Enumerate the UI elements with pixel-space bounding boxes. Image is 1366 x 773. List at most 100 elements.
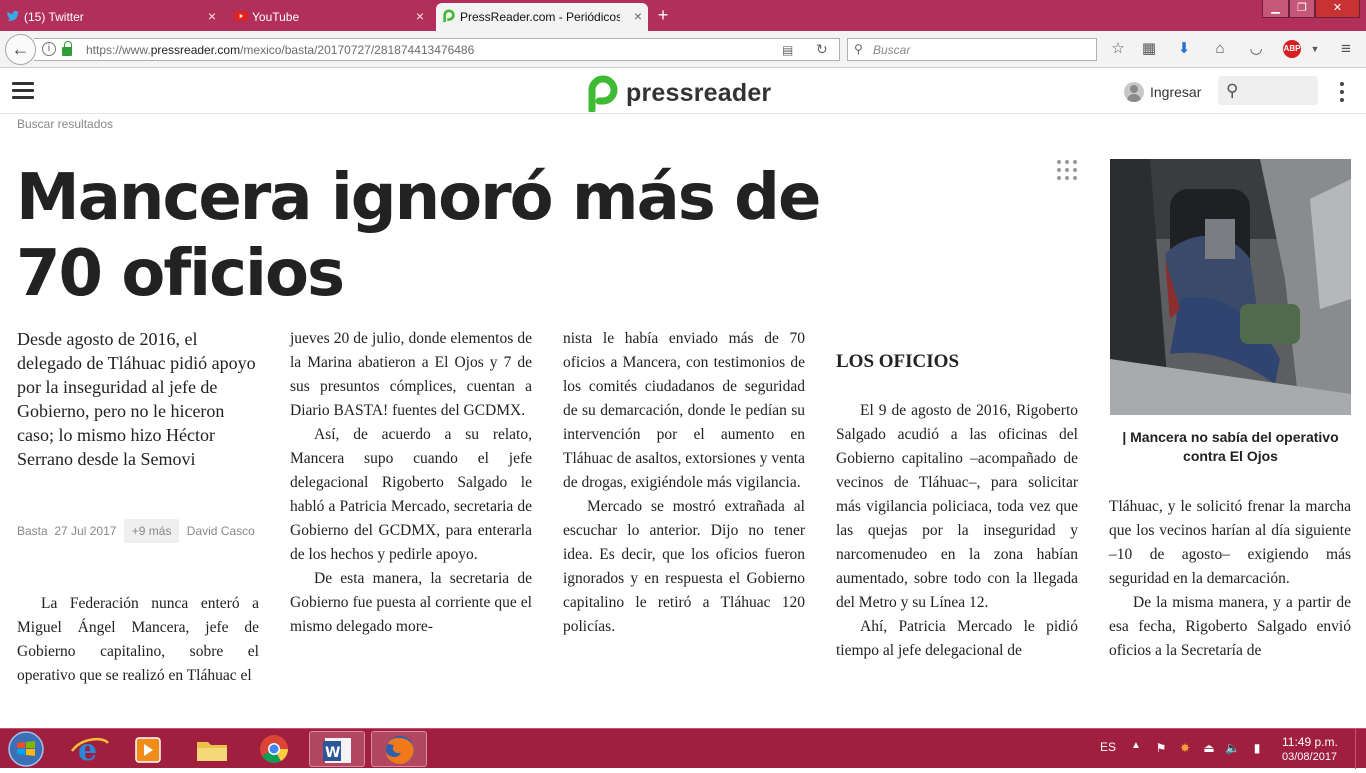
search-icon: ⚲: [1226, 81, 1239, 100]
paragraph: De la misma manera, y a partir de esa fe…: [1109, 594, 1351, 659]
article-meta: Basta 27 Jul 2017 +9 más David Casco: [17, 519, 262, 543]
new-tab-button[interactable]: +: [653, 5, 673, 25]
action-center-flag-icon[interactable]: ⚑: [1154, 741, 1168, 755]
more-options-icon[interactable]: [1340, 82, 1344, 102]
meta-source[interactable]: Basta: [17, 524, 48, 538]
firefox-icon: [386, 736, 414, 764]
download-icon[interactable]: ⬇: [1174, 39, 1194, 59]
paragraph: Así, de acuerdo a su relato, Mancera sup…: [290, 426, 532, 563]
avatar-icon[interactable]: [1124, 82, 1144, 102]
tab-pressreader[interactable]: PressReader.com - Periódicos ×: [436, 3, 648, 31]
windows-start-icon[interactable]: [6, 730, 46, 768]
chevron-down-icon[interactable]: ▼: [1305, 39, 1325, 59]
paragraph: De esta manera, la secretaria de Gobiern…: [290, 570, 532, 635]
browser-search-input[interactable]: ⚲ Buscar: [847, 38, 1097, 61]
close-tab-icon[interactable]: ×: [208, 8, 216, 24]
tab-pressreader-label: PressReader.com - Periódicos: [460, 10, 620, 24]
meta-date: 27 Jul 2017: [54, 524, 117, 538]
show-hidden-icons-icon[interactable]: ▲: [1131, 740, 1141, 751]
clock-time[interactable]: 11:49 p.m.: [1282, 735, 1338, 749]
volume-icon[interactable]: 🔈: [1225, 741, 1240, 755]
tab-youtube-label: YouTube: [252, 10, 300, 24]
search-results-link[interactable]: Buscar resultados: [17, 117, 113, 131]
clock-date[interactable]: 03/08/2017: [1282, 751, 1337, 763]
search-icon: ⚲: [854, 42, 863, 56]
url-host: pressreader.com: [150, 43, 241, 57]
info-icon[interactable]: i: [42, 42, 56, 56]
network-icon[interactable]: ▮: [1250, 741, 1264, 755]
adblock-icon[interactable]: ABP: [1283, 40, 1301, 58]
article-deck: Desde agosto de 2016, el delegado de Tlá…: [17, 329, 256, 469]
reload-icon[interactable]: ↻: [816, 41, 828, 58]
youtube-icon: [234, 11, 248, 21]
paragraph: La Federación nunca enteró a Miguel Ánge…: [17, 595, 259, 684]
maximize-window-button[interactable]: ❐: [1289, 0, 1315, 18]
bookmarks-menu-icon[interactable]: ▦: [1139, 39, 1159, 59]
url-path: /mexico/basta/20170727/281874413476486: [240, 43, 475, 57]
section-subheading: LOS OFICIOS: [836, 351, 960, 372]
taskbar-media-player[interactable]: [120, 731, 176, 767]
paragraph: Tláhuac, y le solicitó frenar la marcha …: [1109, 498, 1351, 587]
show-desktop-button[interactable]: [1355, 729, 1366, 769]
bookmark-star-icon[interactable]: ☆: [1108, 39, 1128, 59]
folder-icon: [197, 742, 227, 761]
internet-explorer-icon: e: [70, 733, 110, 768]
url-prefix: https://www.: [86, 43, 151, 57]
url-text[interactable]: https://www.pressreader.com/mexico/basta…: [86, 43, 474, 57]
reader-view-icon[interactable]: ▤: [782, 43, 793, 57]
windows-taskbar: e W ES ▲ ⚑ ✸ ⏏ 🔈 ▮ 11:49 p.m. 03/08/2017: [0, 728, 1366, 769]
lock-icon[interactable]: [62, 41, 72, 56]
article-headline: Mancera ignoró más de 70 oficios: [16, 161, 821, 311]
tray-app-icon[interactable]: ✸: [1178, 741, 1192, 755]
paragraph: El 9 de agosto de 2016, Rigoberto Salgad…: [836, 402, 1078, 611]
article-column-4: El 9 de agosto de 2016, Rigoberto Salgad…: [836, 399, 1078, 663]
site-header: pressreader Ingresar ⚲: [0, 68, 1366, 114]
article-photo[interactable]: [1110, 159, 1351, 415]
tab-twitter-label: (15) Twitter: [24, 10, 84, 24]
article-column-5: Tláhuac, y le solicitó frenar la marcha …: [1109, 495, 1351, 663]
meta-author[interactable]: David Casco: [187, 524, 255, 538]
article-column-1: La Federación nunca enteró a Miguel Ánge…: [17, 592, 259, 688]
url-bar[interactable]: i https://www.pressreader.com/mexico/bas…: [34, 38, 840, 61]
taskbar-firefox[interactable]: [371, 731, 427, 767]
taskbar-chrome[interactable]: [246, 731, 302, 767]
hamburger-menu-icon[interactable]: ≡: [1336, 39, 1356, 59]
tab-youtube[interactable]: YouTube ×: [228, 3, 430, 31]
minimize-window-button[interactable]: ▁: [1262, 0, 1289, 18]
pocket-icon[interactable]: ◡: [1246, 39, 1266, 59]
site-search-input[interactable]: ⚲: [1218, 76, 1318, 105]
hamburger-menu-icon[interactable]: [12, 82, 34, 100]
taskbar-file-explorer[interactable]: [184, 731, 240, 767]
taskbar-internet-explorer[interactable]: e: [62, 731, 118, 768]
car-interior-photo: [1110, 159, 1351, 415]
article-column-2: jueves 20 de julio, donde elementos de l…: [290, 327, 532, 639]
browser-nav-bar: i https://www.pressreader.com/mexico/bas…: [0, 31, 1366, 68]
login-link[interactable]: Ingresar: [1150, 84, 1201, 100]
paragraph: Ahí, Patricia Mercado le pidió tiempo al…: [836, 618, 1078, 659]
pressreader-icon: [443, 9, 455, 23]
logo-text: pressreader: [626, 78, 772, 107]
tab-twitter[interactable]: (15) Twitter ×: [0, 3, 222, 31]
drag-handle-icon[interactable]: [1057, 160, 1077, 180]
more-authors-button[interactable]: +9 más: [123, 519, 180, 543]
twitter-icon: [6, 10, 20, 21]
usb-device-icon[interactable]: ⏏: [1202, 741, 1216, 755]
close-window-button[interactable]: ✕: [1315, 0, 1360, 18]
pressreader-logo-icon: [588, 75, 618, 112]
article-column-3: nista le había enviado más de 70 oficios…: [563, 327, 805, 639]
close-tab-icon[interactable]: ×: [634, 8, 642, 24]
back-button[interactable]: ←: [5, 34, 36, 65]
chrome-icon: [260, 735, 288, 763]
home-icon[interactable]: ⌂: [1210, 39, 1230, 59]
paragraph: nista le había enviado más de 70 oficios…: [563, 330, 805, 491]
paragraph: Mercado se mostró extrañada al escuchar …: [563, 498, 805, 635]
close-tab-icon[interactable]: ×: [416, 8, 424, 24]
pressreader-logo[interactable]: pressreader: [586, 74, 771, 112]
taskbar-word[interactable]: W: [309, 731, 365, 767]
photo-caption: | Mancera no sabía del operativo contra …: [1122, 429, 1339, 464]
paragraph: jueves 20 de julio, donde elementos de l…: [290, 330, 532, 419]
media-player-icon: [135, 737, 161, 763]
word-icon: W: [323, 738, 351, 763]
svg-text:W: W: [325, 745, 340, 761]
language-indicator[interactable]: ES: [1100, 740, 1116, 754]
